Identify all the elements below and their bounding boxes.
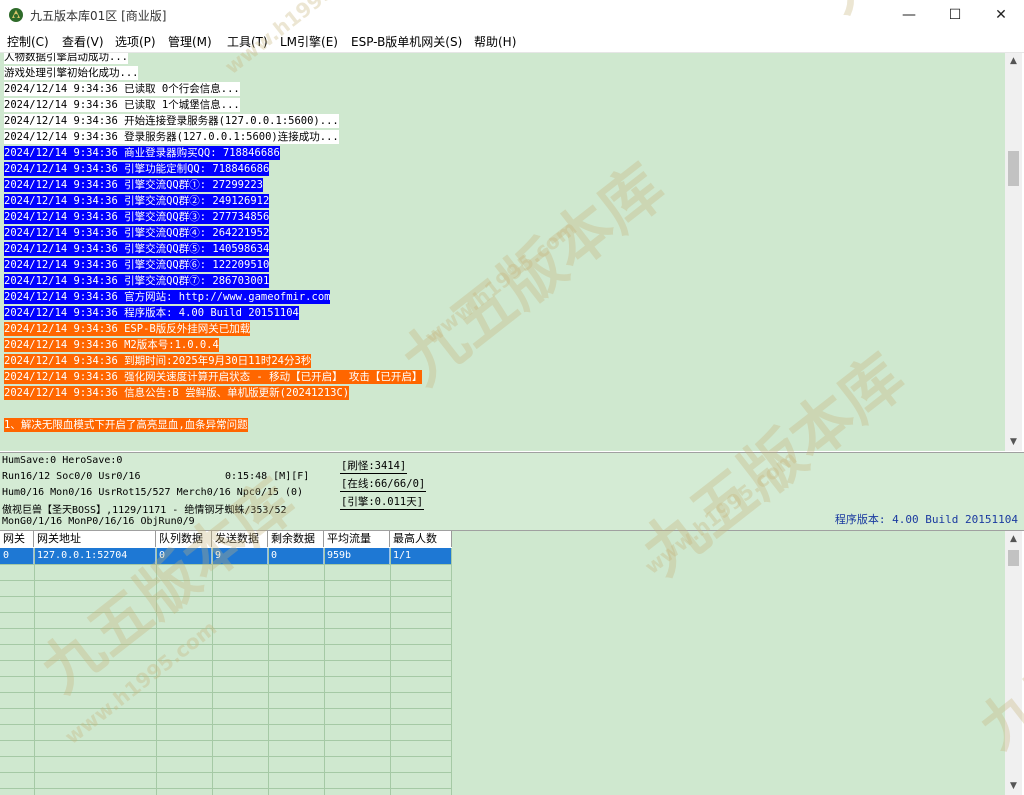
log-scrollbar[interactable]: ▲ ▼: [1005, 53, 1022, 451]
status-run: Run16/12 Soc0/0 Usr0/16: [2, 471, 141, 482]
menu-esp-gateway[interactable]: ESP-B版单机网关(S): [351, 33, 462, 50]
grid-line: [0, 724, 452, 725]
col-gateway[interactable]: 网关: [0, 531, 34, 547]
grid-line: [0, 628, 452, 629]
gateway-area: 网关 网关地址 队列数据 发送数据 剩余数据 平均流量 最高人数 0 127.0…: [0, 531, 1005, 795]
log-line: 2024/12/14 9:34:36 程序版本: 4.00 Build 2015…: [4, 306, 299, 320]
cell-gateway: 0: [0, 548, 34, 564]
log-line: 人物数据引擎启动成功...: [4, 53, 128, 64]
menu-tools[interactable]: 工具(T): [227, 33, 268, 50]
scroll-up-icon[interactable]: ▲: [1005, 53, 1022, 70]
log-line: 2024/12/14 9:34:36 已读取 0个行会信息...: [4, 82, 240, 96]
cell-remaining: 0: [268, 548, 324, 564]
engine-box: [引擎:0.011天]: [340, 496, 425, 510]
log-line: 1、解决无限血模式下开启了高亮显血,血条异常问题: [4, 418, 248, 432]
close-button[interactable]: ✕: [978, 0, 1024, 30]
minimize-button[interactable]: —: [886, 0, 932, 30]
grid-line: [324, 548, 325, 795]
log-line: 2024/12/14 9:34:36 引擎交流QQ群⑤: 140598634: [4, 242, 270, 256]
maximize-button[interactable]: ☐: [932, 0, 978, 30]
refresh-monster-box: [刷怪:3414]: [340, 460, 408, 474]
window-title: 九五版本库01区 [商业版]: [30, 9, 167, 23]
log-line: 2024/12/14 9:34:36 商业登录器购买QQ: 718846686: [4, 146, 280, 160]
menu-bar: 控制(C) 查看(V) 选项(P) 管理(M) 工具(T) LM引擎(E) ES…: [0, 30, 1024, 53]
grid-line: [0, 612, 452, 613]
col-max-users[interactable]: 最高人数: [390, 531, 452, 547]
gateway-scrollbar[interactable]: ▲ ▼: [1005, 531, 1022, 795]
grid-line: [0, 596, 452, 597]
log-line: 2024/12/14 9:34:36 官方网站: http://www.game…: [4, 290, 331, 304]
grid-line: [451, 548, 452, 795]
log-line: 2024/12/14 9:34:36 强化网关速度计算开启状态 - 移动【已开启…: [4, 370, 423, 384]
grid-line: [0, 708, 452, 709]
grid-line: [0, 676, 452, 677]
col-remaining[interactable]: 剩余数据: [268, 531, 324, 547]
log-line: 2024/12/14 9:34:36 开始连接登录服务器(127.0.0.1:5…: [4, 114, 339, 128]
menu-lm-engine[interactable]: LM引擎(E): [280, 33, 338, 50]
grid-line: [0, 644, 452, 645]
log-line: 2024/12/14 9:34:36 ESP-B版反外挂网关已加载: [4, 322, 251, 336]
log-line: 2024/12/14 9:34:36 M2版本号:1.0.0.4: [4, 338, 219, 352]
log-line: 2024/12/14 9:34:36 登录服务器(127.0.0.1:5600)…: [4, 130, 339, 144]
status-panel: HumSave:0 HeroSave:0 Run16/12 Soc0/0 Usr…: [0, 452, 1024, 531]
col-avg-traffic[interactable]: 平均流量: [324, 531, 390, 547]
grid-line: [0, 692, 452, 693]
log-line: 2024/12/14 9:34:36 到期时间:2025年9月30日11时24分…: [4, 354, 312, 368]
log-line: 2024/12/14 9:34:36 信息公告:B 尝鲜版、单机版更新(2024…: [4, 386, 350, 400]
log-line: 2024/12/14 9:34:36 引擎功能定制QQ: 718846686: [4, 162, 270, 176]
log-line: 2024/12/14 9:34:36 引擎交流QQ群⑦: 286703001: [4, 274, 270, 288]
status-save: HumSave:0 HeroSave:0: [2, 455, 123, 466]
program-version-label: 程序版本: 4.00 Build 20151104: [834, 513, 1018, 526]
grid-line: [212, 548, 213, 795]
cell-address: 127.0.0.1:52704: [34, 548, 156, 564]
scroll-down-icon[interactable]: ▼: [1005, 778, 1022, 795]
grid-line: [34, 548, 35, 795]
menu-manage[interactable]: 管理(M): [168, 33, 212, 50]
grid-line: [0, 660, 452, 661]
grid-line: [0, 740, 452, 741]
status-hum: Hum0/16 Mon0/16 UsrRot15/527 Merch0/16 N…: [2, 487, 304, 498]
col-sent[interactable]: 发送数据: [212, 531, 268, 547]
grid-line: [390, 548, 391, 795]
grid-line: [0, 772, 452, 773]
log-line: 2024/12/14 9:34:36 引擎交流QQ群③: 277734856: [4, 210, 270, 224]
menu-view[interactable]: 查看(V): [62, 33, 104, 50]
online-box: [在线:66/66/0]: [340, 478, 427, 492]
grid-line: [0, 580, 452, 581]
menu-help[interactable]: 帮助(H): [474, 33, 516, 50]
log-line: 2024/12/14 9:34:36 已读取 1个城堡信息...: [4, 98, 240, 112]
scroll-thumb[interactable]: [1008, 151, 1019, 186]
status-mon: MonG0/1/16 MonP0/16/16 ObjRun0/9: [2, 516, 195, 527]
title-bar[interactable]: 九五版本库01区 [商业版] — ☐ ✕: [0, 0, 1024, 30]
scroll-thumb[interactable]: [1008, 550, 1019, 566]
grid-line: [0, 788, 452, 789]
log-line: 2024/12/14 9:34:36 引擎交流QQ群④: 264221952: [4, 226, 270, 240]
cell-queue: 0: [156, 548, 212, 564]
menu-options[interactable]: 选项(P): [115, 33, 156, 50]
app-icon: [9, 8, 23, 22]
cell-avg-traffic: 959b: [324, 548, 390, 564]
log-line: 2024/12/14 9:34:36 引擎交流QQ群⑥: 122209510: [4, 258, 270, 272]
cell-max-users: 1/1: [390, 548, 452, 564]
col-address[interactable]: 网关地址: [34, 531, 156, 547]
log-line: 2024/12/14 9:34:36 引擎交流QQ群②: 249126912: [4, 194, 270, 208]
gateway-table[interactable]: 网关 网关地址 队列数据 发送数据 剩余数据 平均流量 最高人数 0 127.0…: [0, 531, 452, 795]
grid-line: [156, 548, 157, 795]
log-line: 游戏处理引擎初始化成功...: [4, 66, 139, 80]
status-boss: 傲视巨兽【圣天BOSS】,1129/1171 - 绝情钢牙蜘蛛/353/52: [2, 505, 287, 516]
col-queue[interactable]: 队列数据: [156, 531, 212, 547]
table-row[interactable]: 0 127.0.0.1:52704 0 9 0 959b 1/1: [0, 548, 452, 564]
menu-control[interactable]: 控制(C): [7, 33, 49, 50]
scroll-down-icon[interactable]: ▼: [1005, 434, 1022, 451]
gateway-table-header: 网关 网关地址 队列数据 发送数据 剩余数据 平均流量 最高人数: [0, 531, 452, 549]
grid-line: [268, 548, 269, 795]
scroll-up-icon[interactable]: ▲: [1005, 531, 1022, 548]
grid-line: [0, 564, 452, 565]
log-panel[interactable]: 人物数据引擎启动成功... 游戏处理引擎初始化成功... 2024/12/14 9:…: [0, 53, 1005, 451]
log-line: 2024/12/14 9:34:36 引擎交流QQ群①: 27299223: [4, 178, 263, 192]
grid-line: [0, 756, 452, 757]
cell-sent: 9: [212, 548, 268, 564]
status-uptime: 0:15:48 [M][F]: [225, 471, 310, 482]
